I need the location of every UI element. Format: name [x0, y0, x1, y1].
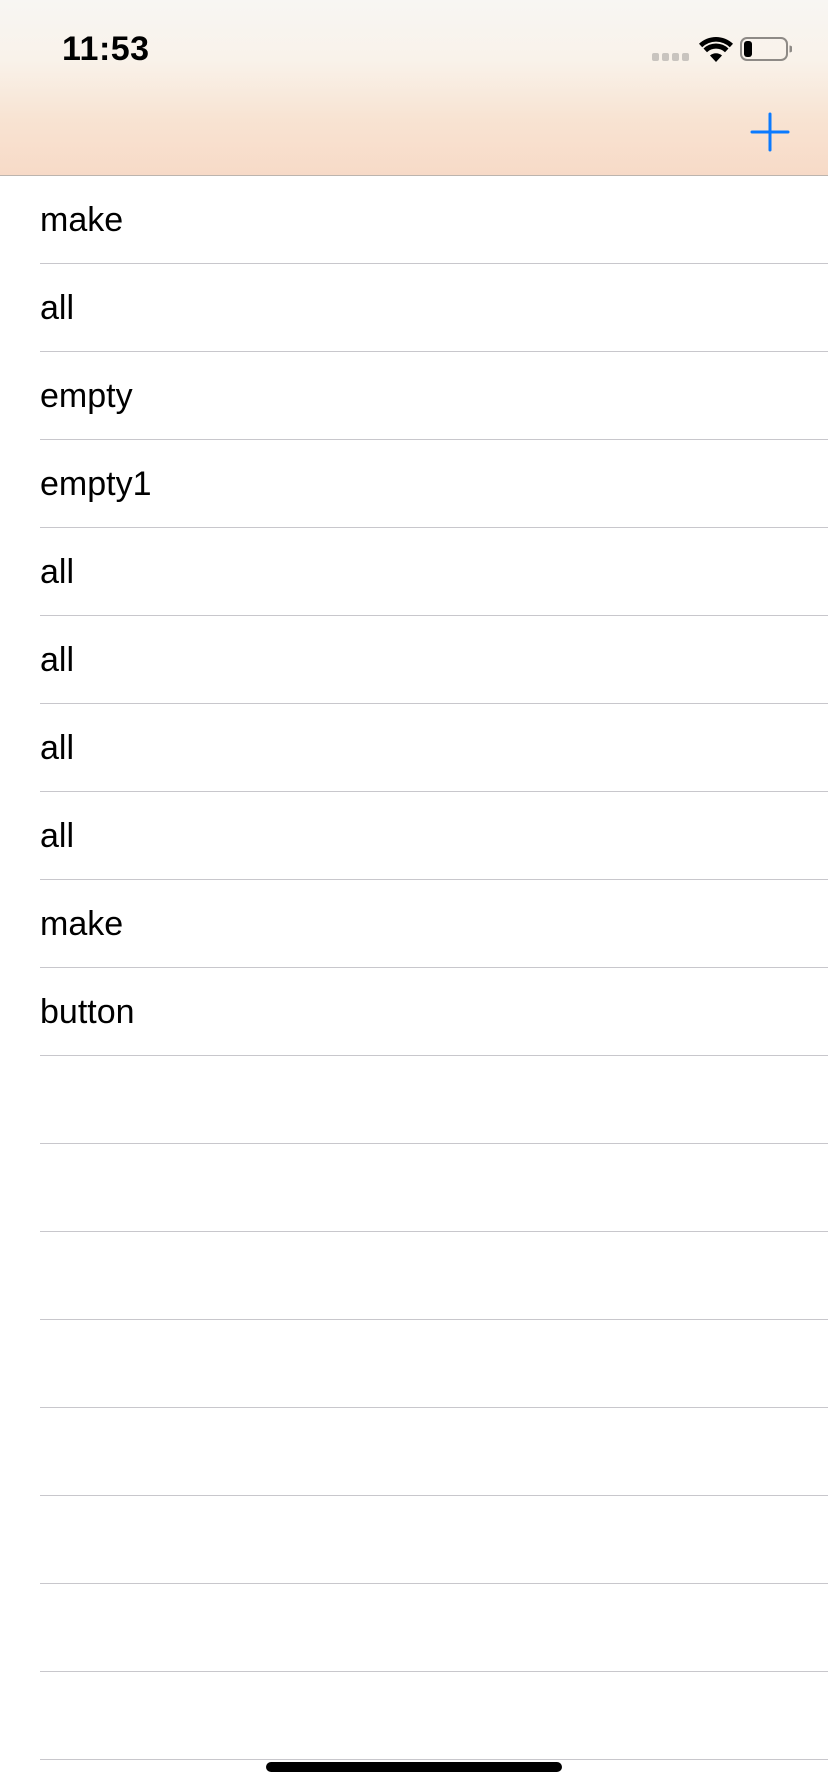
table-row-label: all: [40, 553, 75, 591]
table-row-label: button: [40, 993, 135, 1031]
table-row[interactable]: [0, 1232, 828, 1320]
home-indicator[interactable]: [266, 1762, 562, 1772]
table-row[interactable]: all: [0, 528, 828, 616]
table-row[interactable]: [0, 1056, 828, 1144]
table-row[interactable]: [0, 1144, 828, 1232]
table-row-label: all: [40, 817, 75, 855]
table-row[interactable]: make: [0, 176, 828, 264]
wifi-icon: [699, 36, 733, 62]
battery-icon: [740, 37, 792, 61]
row-separator: [40, 1759, 828, 1760]
table-row-label: empty: [40, 377, 133, 415]
add-button[interactable]: [748, 110, 792, 154]
table-row[interactable]: [0, 1496, 828, 1584]
table-row[interactable]: button: [0, 968, 828, 1056]
table-row[interactable]: make: [0, 880, 828, 968]
table-row[interactable]: [0, 1672, 828, 1760]
table-row-label: all: [40, 289, 75, 327]
status-bar: 11:53: [0, 0, 828, 100]
status-time: 11:53: [62, 30, 150, 68]
table-row[interactable]: empty1: [0, 440, 828, 528]
table-view[interactable]: make all empty empty1 all all all all make button: [0, 176, 828, 1760]
table-row-label: make: [40, 905, 124, 943]
table-row[interactable]: [0, 1320, 828, 1408]
table-row[interactable]: all: [0, 264, 828, 352]
table-row-label: all: [40, 729, 75, 767]
app-screen: 11:53 make all empty empty1 all all all …: [0, 0, 828, 1792]
table-row[interactable]: all: [0, 616, 828, 704]
table-row[interactable]: [0, 1408, 828, 1496]
signal-bars-icon: [652, 53, 690, 61]
navigation-header: 11:53: [0, 0, 828, 176]
table-row[interactable]: all: [0, 792, 828, 880]
table-row[interactable]: [0, 1584, 828, 1672]
table-row[interactable]: all: [0, 704, 828, 792]
table-row-label: make: [40, 201, 124, 239]
table-row[interactable]: empty: [0, 352, 828, 440]
table-row-label: empty1: [40, 465, 152, 503]
table-row-label: all: [40, 641, 75, 679]
